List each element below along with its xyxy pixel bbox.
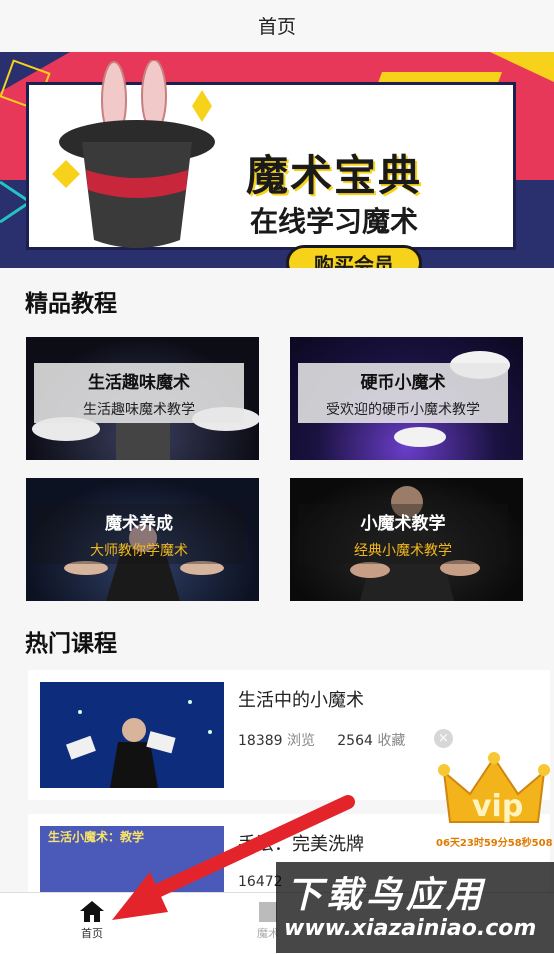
view-count: 18389 — [238, 733, 283, 749]
top-bar: 首页 — [0, 0, 554, 50]
tab-home[interactable]: 首页 — [42, 899, 142, 941]
section-title-tutorials: 精品教程 — [25, 291, 117, 317]
view-label: 浏览 — [287, 733, 315, 749]
home-icon — [80, 901, 104, 922]
course-thumbnail: 生活小魔术：教学 — [40, 826, 224, 892]
card-subtitle: 受欢迎的硬币小魔术教学 — [326, 401, 480, 418]
page-title: 首页 — [257, 15, 296, 38]
course-thumbnail — [40, 682, 224, 788]
magic-hat-icon — [52, 59, 222, 264]
buy-membership-button[interactable]: 购买会员 — [286, 245, 422, 268]
thumbnail-caption: 生活小魔术：教学 — [48, 830, 145, 844]
course-name: 手法：完美洗牌 — [238, 834, 364, 855]
section-title-hot-courses: 热门课程 — [25, 631, 117, 657]
card-caption: 魔术养成 大师教你学魔术 — [34, 504, 244, 564]
course-name: 生活中的小魔术 — [238, 690, 364, 711]
banner-subline: 在线学习魔术 — [250, 205, 419, 238]
tab-label: 首页 — [81, 927, 103, 940]
vip-label: vip — [472, 789, 523, 824]
card-caption: 生活趣味魔术 生活趣味魔术教学 — [34, 363, 244, 423]
vip-countdown: 06天23时59分58秒508 — [436, 838, 553, 849]
watermark-title: 下载鸟应用 — [286, 875, 487, 916]
tutorial-card[interactable]: 魔术养成 大师教你学魔术 — [26, 478, 259, 601]
tutorial-card[interactable]: 小魔术教学 经典小魔术教学 — [290, 478, 523, 601]
card-title: 小魔术教学 — [360, 513, 446, 534]
card-subtitle: 生活趣味魔术教学 — [83, 401, 195, 418]
card-caption: 硬币小魔术 受欢迎的硬币小魔术教学 — [298, 363, 508, 423]
close-icon[interactable]: × — [434, 729, 453, 748]
course-stats: 18389 浏览 2564 收藏 — [238, 730, 405, 750]
card-subtitle: 大师教你学魔术 — [90, 542, 188, 559]
tutorial-card[interactable]: 生活趣味魔术 生活趣味魔术教学 — [26, 337, 259, 460]
vip-badge[interactable]: vip 06天23时59分58秒508 — [436, 752, 554, 852]
card-caption: 小魔术教学 经典小魔术教学 — [298, 504, 508, 564]
watermark-url: www.xiazainiao.com — [284, 916, 537, 941]
watermark: 下载鸟应用 www.xiazainiao.com — [276, 862, 554, 953]
card-title: 硬币小魔术 — [360, 372, 446, 393]
magician-cards-icon — [40, 682, 224, 788]
favorite-label: 收藏 — [377, 733, 406, 749]
card-subtitle: 经典小魔术教学 — [354, 542, 452, 559]
card-title: 生活趣味魔术 — [88, 372, 190, 393]
crown-icon: vip — [438, 752, 550, 824]
tutorial-card[interactable]: 硬币小魔术 受欢迎的硬币小魔术教学 — [290, 337, 523, 460]
banner-headline: 魔术宝典 — [246, 151, 423, 200]
favorite-count: 2564 — [337, 733, 373, 749]
card-title: 魔术养成 — [105, 513, 173, 534]
promo-banner[interactable]: 魔术宝典 在线学习魔术 购买会员 — [0, 52, 554, 268]
